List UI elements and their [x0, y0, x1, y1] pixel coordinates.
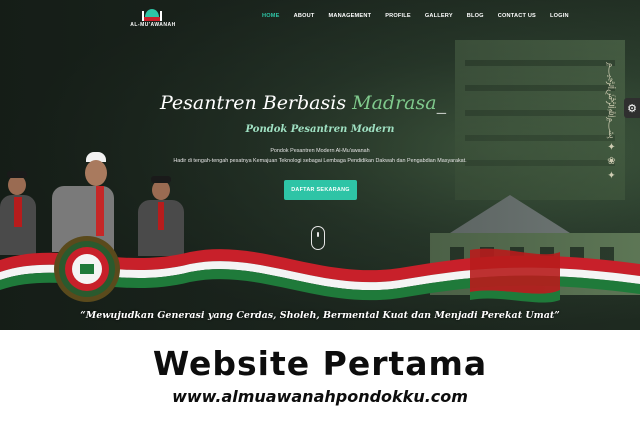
register-button[interactable]: DAFTAR SEKARANG [284, 180, 357, 200]
hero-description-2: Hadir di tengah-tengah pesatnya Kemajuan… [173, 158, 467, 164]
top-navbar: AL-MU'AWANAH HOME ABOUT MANAGEMENT PROFI… [0, 0, 640, 34]
nav-contact-us[interactable]: CONTACT US [498, 13, 536, 19]
hero-section: AL-MU'AWANAH HOME ABOUT MANAGEMENT PROFI… [0, 0, 640, 330]
nav-about[interactable]: ABOUT [294, 13, 315, 19]
hero-description-1: Pondok Pesantren Modern Al-Mu'awanah [270, 148, 370, 154]
hero-title-accent: Madrasa [352, 92, 437, 114]
nav-management[interactable]: MANAGEMENT [328, 13, 371, 19]
nav-blog[interactable]: BLOG [467, 13, 484, 19]
logo-text: AL-MU'AWANAH [130, 22, 176, 28]
nav-home[interactable]: HOME [262, 13, 280, 19]
scroll-indicator[interactable] [311, 226, 325, 250]
banner-title: Website Pertama [152, 344, 488, 383]
nav-profile[interactable]: PROFILE [385, 13, 411, 19]
hero-title: Pesantren Berbasis Madrasa_ [160, 92, 480, 114]
hero-title-main: Pesantren Berbasis [160, 92, 353, 114]
nav-gallery[interactable]: GALLERY [425, 13, 453, 19]
motto-text: “Mewujudkan Generasi yang Cerdas, Sholeh… [80, 310, 560, 321]
typing-cursor: _ [436, 92, 447, 114]
gear-icon[interactable]: ⚙ [624, 98, 640, 118]
banner-url: www.almuawanahpondokku.com [172, 387, 468, 406]
mosque-icon [142, 9, 162, 21]
site-logo[interactable]: AL-MU'AWANAH [118, 8, 188, 30]
school-emblem [54, 236, 120, 302]
main-nav: HOME ABOUT MANAGEMENT PROFILE GALLERY BL… [262, 13, 583, 19]
nav-login[interactable]: LOGIN [550, 13, 569, 19]
hero-subtitle: Pondok Pesantren Modern [245, 124, 395, 135]
